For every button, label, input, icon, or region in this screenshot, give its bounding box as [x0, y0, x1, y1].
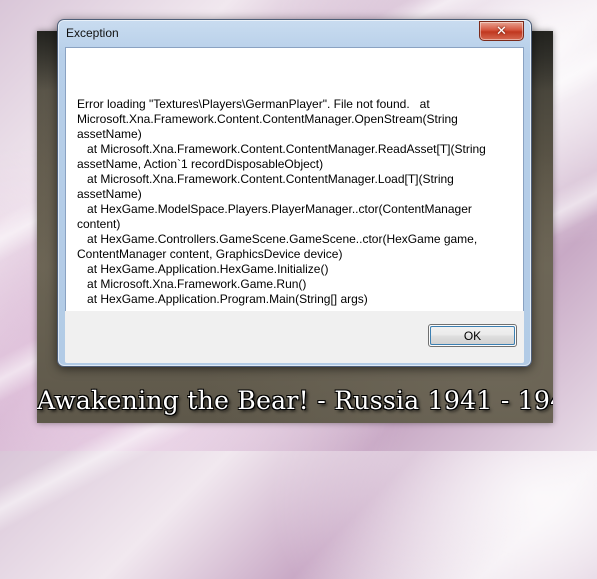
game-caption: Awakening the Bear! - Russia 1941 - 1942	[37, 386, 553, 415]
close-button[interactable]: ✕	[479, 21, 524, 41]
exception-dialog: Exception ✕ Error loading "Textures\Play…	[57, 19, 532, 367]
close-icon: ✕	[496, 23, 507, 39]
dialog-title: Exception	[66, 26, 119, 40]
ok-button[interactable]: OK	[428, 324, 517, 347]
dialog-button-bar: OK	[65, 311, 524, 363]
dialog-content: Error loading "Textures\Players\GermanPl…	[65, 47, 524, 312]
dialog-titlebar[interactable]: Exception ✕	[58, 20, 531, 47]
exception-message: Error loading "Textures\Players\GermanPl…	[77, 97, 486, 306]
